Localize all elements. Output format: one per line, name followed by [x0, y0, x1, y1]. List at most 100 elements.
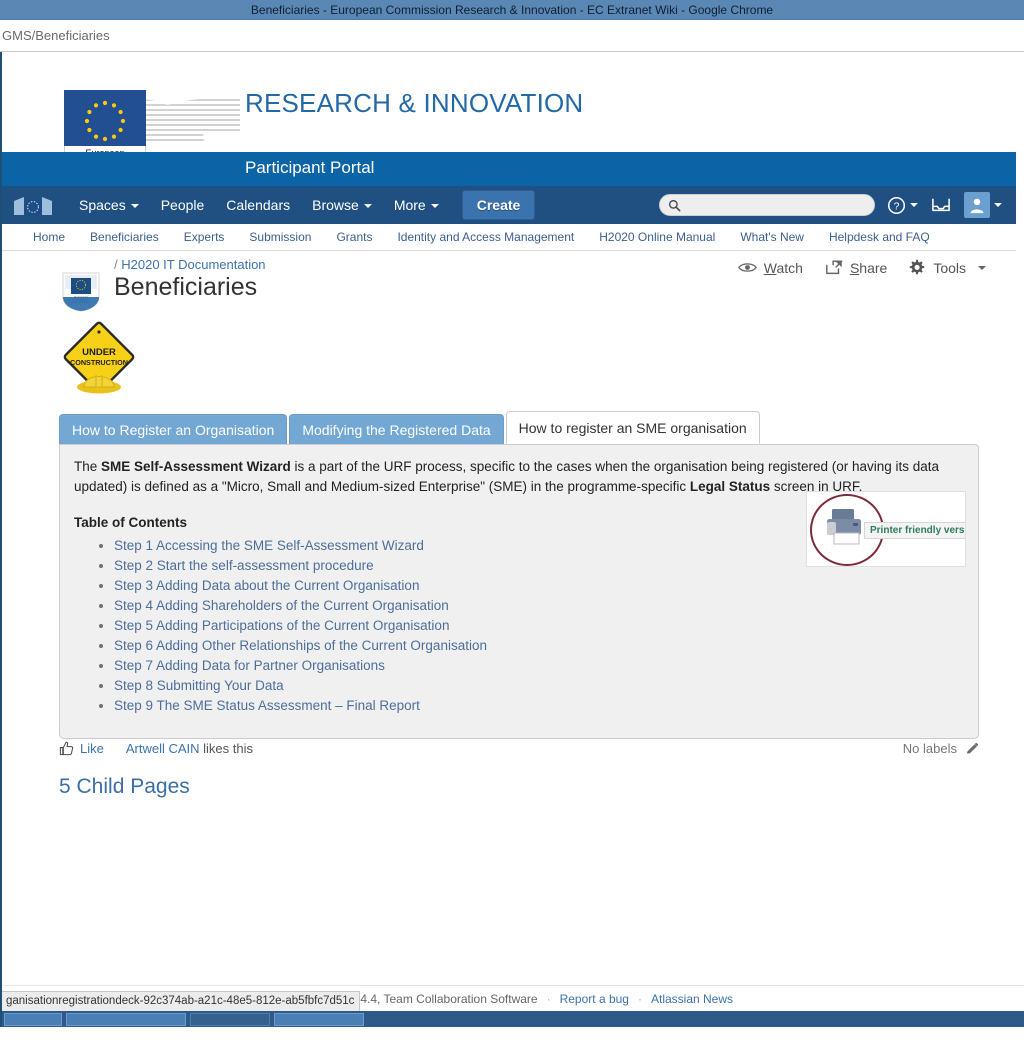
secondary-navigation: Home Beneficiaries Experts Submission Gr… [2, 224, 1016, 251]
browser-titlebar: Beneficiaries - European Commission Rese… [0, 0, 1024, 20]
nav-item-browse-label: Browse [312, 197, 359, 213]
page-actions: Watch Share Tools [737, 259, 986, 276]
tab-modifying-the-registered-data[interactable]: Modifying the Registered Data [289, 414, 504, 444]
tab-how-to-register-an-organisation[interactable]: How to Register an Organisation [59, 414, 288, 444]
user-avatar-icon [970, 198, 984, 214]
labels-text: No labels [902, 741, 957, 756]
printer-friendly-version-button[interactable]: Printer friendly version [806, 491, 966, 567]
toc-link-step-2[interactable]: Step 2 Start the self-assessment procedu… [114, 558, 374, 573]
taskbar-item-3[interactable] [190, 1012, 270, 1026]
share-label-rest: hare [859, 259, 888, 276]
confluence-ec-logo-icon[interactable] [12, 193, 54, 217]
european-commission-label: European Commission [64, 146, 146, 152]
toc-link-step-3[interactable]: Step 3 Adding Data about the Current Org… [114, 578, 419, 593]
browser-status-tooltip: ganisationregistrationdeck-92c374ab-a21c… [2, 991, 360, 1011]
navbar-right-tools: ? [659, 186, 1002, 224]
under-construction-line2: CONSTRUCTION [70, 358, 128, 367]
participant-portal-label: Participant Portal [245, 158, 375, 177]
ec-label-line1: European [65, 148, 145, 152]
nav-item-more[interactable]: More [383, 192, 450, 218]
user-menu-button[interactable] [964, 192, 1002, 218]
breadcrumb-link-h2020-it-documentation[interactable]: H2020 IT Documentation [121, 257, 265, 272]
search-input[interactable] [686, 197, 866, 213]
page-footer-actions: Like Artwell CAIN likes this No labels [59, 741, 979, 756]
nav-item-calendars-label: Calendars [226, 197, 291, 213]
create-button[interactable]: Create [461, 190, 536, 220]
subnav-item-h2020-online-manual[interactable]: H2020 Online Manual [588, 226, 726, 248]
page-header: European Commission / H2020 IT Documenta… [2, 251, 1016, 313]
atlassian-news-link[interactable]: Atlassian News [651, 992, 733, 1006]
labels-section[interactable]: No labels [903, 741, 979, 756]
subnav-item-whats-new[interactable]: What's New [729, 226, 815, 248]
footer-separator-1: · [546, 991, 551, 1006]
list-item: Step 5 Adding Participations of the Curr… [114, 616, 964, 636]
nav-item-spaces-label: Spaces [79, 197, 126, 213]
avatar[interactable] [964, 192, 990, 218]
url-text: GMS/Beneficiaries [2, 28, 110, 43]
report-a-bug-link[interactable]: Report a bug [560, 992, 629, 1006]
os-taskbar [2, 1011, 1024, 1027]
watch-accesskey: W [763, 259, 777, 276]
toc-link-step-6[interactable]: Step 6 Adding Other Relationships of the… [114, 638, 487, 653]
intro-bold-wizard: SME Self-Assessment Wizard [101, 459, 291, 474]
question-circle-icon: ? [887, 196, 906, 214]
chevron-down-icon [910, 203, 918, 207]
tools-menu-button[interactable]: Tools [909, 259, 986, 276]
toc-link-step-5[interactable]: Step 5 Adding Participations of the Curr… [114, 618, 449, 633]
tab-how-to-register-an-sme-organisation[interactable]: How to register an SME organisation [505, 411, 760, 444]
toc-link-step-7[interactable]: Step 7 Adding Data for Partner Organisat… [114, 658, 385, 673]
browser-url-strip[interactable]: GMS/Beneficiaries [0, 20, 1024, 52]
subnav-item-submission[interactable]: Submission [238, 226, 322, 248]
share-icon [826, 260, 843, 275]
printer-friendly-version-label: Printer friendly version [864, 522, 965, 539]
tab-list: How to Register an Organisation Modifyin… [59, 411, 762, 444]
tab-panel-sme-organisation: The SME Self-Assessment Wizard is a part… [59, 444, 979, 739]
nav-item-people[interactable]: People [150, 192, 216, 218]
watch-button[interactable]: Watch [737, 260, 803, 276]
toc-link-step-4[interactable]: Step 4 Adding Shareholders of the Curren… [114, 598, 449, 613]
notifications-inbox-button[interactable] [930, 196, 952, 214]
share-accesskey: S [849, 259, 860, 276]
taskbar-item-1[interactable] [4, 1012, 62, 1026]
eu-flag-icon [64, 90, 146, 146]
eye-icon [737, 263, 757, 272]
toc-link-step-8[interactable]: Step 8 Submitting Your Data [114, 678, 284, 693]
chevron-down-icon [430, 204, 439, 208]
subnav-item-beneficiaries[interactable]: Beneficiaries [79, 226, 170, 248]
watch-label: Watch [764, 260, 803, 276]
breadcrumb-separator: / [114, 257, 118, 272]
space-avatar-icon[interactable]: European Commission [59, 269, 103, 313]
intro-bold-legal-status: Legal Status [689, 479, 771, 494]
like-label: Like [80, 741, 104, 756]
list-item: Step 3 Adding Data about the Current Org… [114, 576, 964, 596]
share-button[interactable]: Share [825, 260, 887, 276]
likes-user-link[interactable]: Artwell CAIN [126, 741, 200, 756]
participant-portal-bar: Participant Portal [2, 152, 1016, 186]
nav-item-spaces[interactable]: Spaces [68, 192, 150, 218]
svg-text:?: ? [894, 201, 900, 212]
likes-suffix: likes this [199, 741, 254, 756]
taskbar-item-4[interactable] [274, 1012, 364, 1026]
nav-item-calendars[interactable]: Calendars [215, 192, 301, 218]
nav-item-browse[interactable]: Browse [301, 192, 383, 218]
toc-link-step-1[interactable]: Step 1 Accessing the SME Self-Assessment… [114, 538, 424, 553]
ec-banner: European Commission RESEARCH & INNOVATIO… [2, 52, 1016, 152]
subnav-item-helpdesk-and-faq[interactable]: Helpdesk and FAQ [818, 226, 941, 248]
breadcrumb[interactable]: / H2020 IT Documentation [114, 257, 266, 272]
toc-link-step-9[interactable]: Step 9 The SME Status Assessment – Final… [114, 698, 420, 713]
subnav-item-home[interactable]: Home [22, 226, 76, 248]
search-box[interactable] [659, 194, 875, 216]
help-menu-button[interactable]: ? [887, 196, 918, 215]
taskbar-item-2[interactable] [66, 1012, 186, 1026]
subnav-item-grants[interactable]: Grants [325, 226, 383, 248]
confluence-navbar: Spaces People Calendars Browse More Crea… [2, 186, 1016, 224]
like-button[interactable]: Like [59, 741, 104, 756]
chevron-down-icon [363, 204, 372, 208]
subnav-item-experts[interactable]: Experts [173, 226, 236, 248]
watch-label-rest: atch [776, 259, 803, 276]
list-item: Step 8 Submitting Your Data [114, 676, 964, 696]
pencil-icon[interactable] [965, 742, 979, 756]
search-icon [668, 199, 681, 211]
subnav-item-identity-and-access-management[interactable]: Identity and Access Management [386, 226, 585, 248]
list-item: Step 6 Adding Other Relationships of the… [114, 636, 964, 656]
